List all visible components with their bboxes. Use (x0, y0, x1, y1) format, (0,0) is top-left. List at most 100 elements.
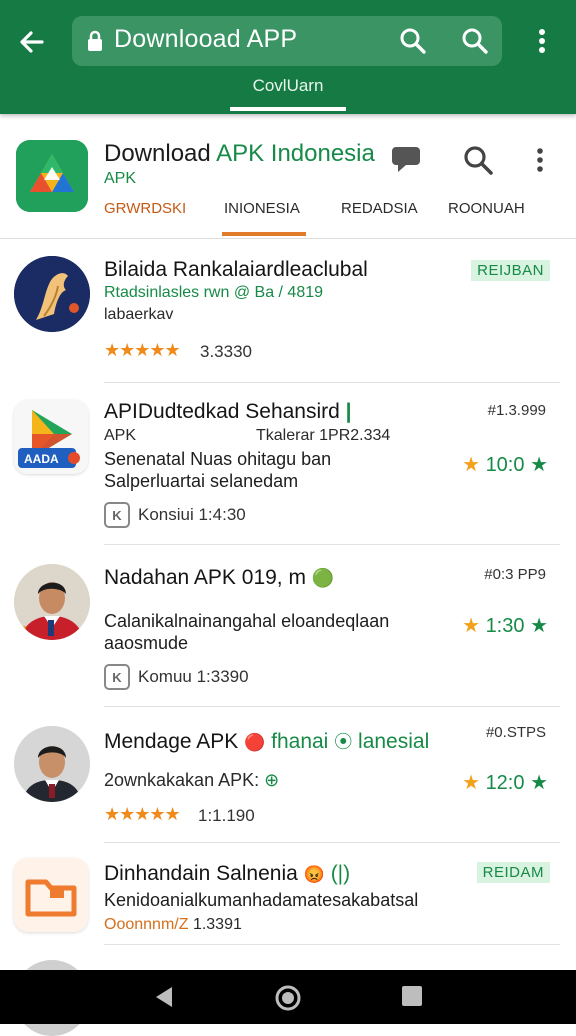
list-item[interactable]: Dinhandain Salnenia 😡 (|) Kenidoanialkum… (0, 844, 576, 944)
item-title-accent-2: lanesial (358, 730, 430, 753)
item-description: Senenatal Nuas ohitagu ban Salperluartai… (104, 449, 332, 491)
lock-icon (88, 30, 102, 51)
star-icon: ★★★★★ (104, 804, 181, 824)
star-icon: ★ (462, 454, 480, 476)
item-title: APIDudtedkad Sehansird | (104, 400, 352, 423)
app-subtitle: APK (104, 170, 137, 187)
item-title: Mendage APK 🔴 fhanai ⦿ lanesial (104, 728, 429, 754)
item-meta: #1.3.999 (487, 402, 546, 419)
nav-recent-icon[interactable] (400, 984, 424, 1008)
avatar (14, 564, 90, 640)
item-subtitle: 2ownkakakan APK: ⊕ (104, 770, 279, 791)
item-subtitle-text: 2ownkakakan APK: (104, 770, 260, 790)
chip-icon: K (104, 502, 130, 528)
item-title: Nadahan APK 019, m 🟢 (104, 566, 334, 590)
url-bar[interactable]: Downlooad APP (72, 16, 502, 66)
star-rating: ★★★★★ (104, 804, 181, 825)
item-description: Calanikalnainangahal eloandeqlaan aaosmu… (104, 611, 390, 653)
divider (104, 706, 560, 707)
back-button[interactable] (12, 22, 52, 62)
list-item[interactable]: Mendage APK 🔴 fhanai ⦿ lanesial 2ownkaka… (0, 708, 576, 842)
item-caption: Ooonnnm/Z 1.3391 (104, 916, 242, 934)
chat-icon[interactable] (390, 144, 422, 174)
chip-icon: K (104, 664, 130, 690)
rating-text: 10:0 (485, 454, 525, 476)
item-description: Kenidoanialkumanhadamatesakabatsal (104, 890, 419, 910)
rating-value: ★ 1:30 ★ (462, 613, 548, 638)
item-caption: labaerkav (104, 306, 174, 323)
flag-icon: 🔴 (244, 733, 266, 752)
app-icon: AADA (14, 400, 88, 474)
rating-value: 3.3330 (200, 342, 252, 361)
item-meta: #0:3 PP9 (484, 566, 546, 583)
item-title: Dinhandain Salnenia 😡 (|) (104, 862, 350, 886)
list-item[interactable]: Bilaida Rankalaiardleaclubal Rtadsinlasl… (0, 240, 576, 382)
app-title-main: Download (104, 140, 217, 167)
item-subtitle: APK (104, 427, 137, 444)
divider (104, 944, 560, 945)
divider (104, 382, 560, 383)
chip-text: Komuu 1:3390 (138, 667, 249, 686)
star-icon: ★ (462, 772, 480, 794)
more-vert-icon[interactable] (528, 24, 556, 58)
divider (104, 842, 560, 843)
rating-text: 1:30 (485, 615, 525, 637)
nav-home-icon[interactable] (274, 984, 302, 1012)
star-rating: ★★★★★ (104, 340, 181, 361)
item-title-text: Mendage APK (104, 730, 239, 753)
more-vert-icon[interactable] (530, 144, 550, 176)
star-icon: ★★★★★ (104, 340, 181, 360)
appbar-tab-indicator (230, 107, 346, 111)
item-title-accent: fhanai (271, 730, 329, 753)
tab-category-2[interactable]: INIONESIA (224, 200, 300, 217)
rating-value: 1:1.190 (198, 806, 255, 825)
star-icon: ★ (530, 615, 548, 637)
url-text: Downlooad APP (114, 25, 298, 53)
emoji-icon: 😡 (303, 865, 325, 884)
header-divider (0, 238, 576, 239)
app-icon (14, 858, 88, 932)
rating-value: ★ 12:0 ★ (462, 770, 548, 795)
location-icon: ⦿ (334, 732, 353, 752)
item-title: Bilaida Rankalaiardleaclubal (104, 258, 368, 281)
app-title-accent: APK Indonesia (216, 140, 375, 167)
avatar (14, 726, 90, 802)
globe-icon: 🟢 (311, 568, 335, 588)
back-arrow-icon (20, 31, 44, 53)
star-icon: ★ (530, 772, 548, 794)
item-title-text: Dinhandain Salnenia (104, 862, 298, 885)
status-badge: REIJBAN (471, 260, 550, 281)
rating-text: 12:0 (485, 772, 525, 794)
list-item[interactable]: AADA APIDudtedkad Sehansird | APK Tkaler… (0, 384, 576, 544)
divider (104, 544, 560, 545)
item-version: Tkalerar 1PR2.334 (256, 427, 391, 444)
search-icon[interactable] (462, 144, 494, 176)
top-app-bar: Downlooad APP CovlUarn (0, 0, 576, 114)
tab-category-3[interactable]: REDADSIA (341, 200, 418, 217)
appbar-tab[interactable]: CovlUarn (230, 76, 346, 96)
svg-text:AADA: AADA (24, 452, 59, 466)
app-logo (16, 140, 88, 212)
bracket-icon: (|) (330, 862, 351, 885)
item-meta: #0.STPS (485, 724, 546, 741)
search-icon[interactable] (460, 26, 490, 56)
active-tab-indicator (222, 232, 306, 236)
app-title: Download APK Indonesia (104, 140, 375, 168)
rating-value: ★ 10:0 ★ (462, 452, 548, 477)
star-icon: ★ (462, 615, 480, 637)
status-badge: REIDAM (476, 862, 550, 883)
item-subtitle: Rtadsinlasles rwn @ Ba / 4819 (104, 284, 324, 301)
item-title-text: APIDudtedkad Sehansird (104, 400, 340, 423)
avatar (14, 256, 90, 332)
add-icon[interactable]: ⊕ (264, 770, 279, 790)
search-icon[interactable] (398, 26, 428, 56)
item-caption-accent: Ooonnnm/Z (104, 916, 189, 933)
item-title-text: Nadahan APK 019, m (104, 566, 306, 589)
star-icon: ★ (530, 454, 548, 476)
system-nav-bar (0, 970, 576, 1024)
item-caption-text: 1.3391 (192, 916, 242, 933)
nav-back-icon[interactable] (152, 984, 178, 1010)
tab-category-1[interactable]: GRWRDSKI (104, 200, 186, 217)
tab-category-4[interactable]: ROONUAH (448, 200, 525, 217)
list-item[interactable]: Nadahan APK 019, m 🟢 Calanikalnainangaha… (0, 546, 576, 706)
